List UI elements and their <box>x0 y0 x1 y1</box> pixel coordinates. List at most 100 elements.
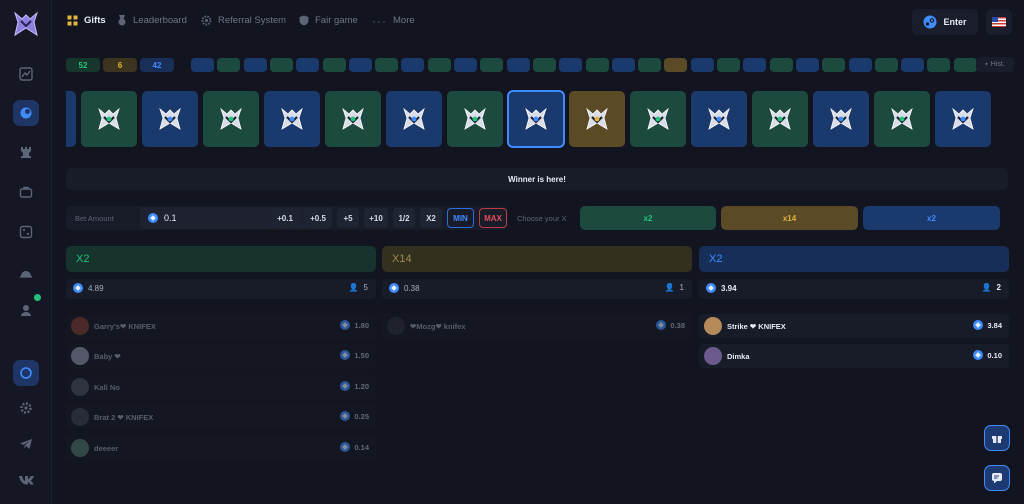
vk-icon[interactable] <box>14 468 38 492</box>
history-square <box>454 58 477 72</box>
choose-x2-blue-button[interactable]: x2 <box>863 206 1000 230</box>
nav-gifts[interactable]: Gifts <box>67 15 106 26</box>
sidebar <box>0 0 52 504</box>
chart-icon[interactable] <box>14 62 38 86</box>
telegram-icon[interactable] <box>14 432 38 456</box>
roulette-tile <box>447 91 503 147</box>
player-row: Strike ❤ KNIFEX 3.84 <box>699 314 1009 338</box>
player-row: Baby ❤ 1.50 <box>66 344 376 368</box>
player-name: deeeer <box>94 444 119 453</box>
history-square <box>795 58 819 72</box>
knight-logo-icon <box>708 107 730 130</box>
roulette-strip <box>66 90 1008 148</box>
choose-x2-green-button[interactable]: x2 <box>580 206 716 230</box>
nav-leaderboard[interactable]: Leaderboard <box>117 15 187 26</box>
more-dots-icon: ··· <box>372 13 387 28</box>
history-count-badge: 6 <box>103 58 137 72</box>
players-icon: 👤 <box>664 283 675 292</box>
avatar <box>387 317 405 335</box>
knight-logo-icon <box>586 107 608 130</box>
bet-double-button[interactable]: X2 <box>420 208 442 228</box>
avatar <box>71 408 89 426</box>
history-square <box>559 58 583 72</box>
nav-more[interactable]: ··· More <box>372 13 415 28</box>
avatar <box>71 439 89 457</box>
column-stats-x2-blue: 3.94 👤 2 <box>699 279 1009 299</box>
gear-icon <box>201 15 212 26</box>
column-header-x14: X14 <box>382 246 692 272</box>
column-player-count: 5 <box>363 283 368 292</box>
bet-min-button[interactable]: MIN <box>447 208 474 228</box>
history-square <box>269 58 293 72</box>
player-row: Kali No 1.20 <box>66 375 376 399</box>
bet-half-button[interactable]: 1/2 <box>393 208 415 228</box>
column-header-x2-green: X2 <box>66 246 376 272</box>
bet-add-0-5-button[interactable]: +0.5 <box>304 208 332 228</box>
players-icon: 👤 <box>348 283 359 292</box>
nav-leaderboard-label: Leaderboard <box>133 15 187 26</box>
history-count-badge: 52 <box>66 58 100 72</box>
history-square <box>322 58 346 72</box>
avatar <box>704 347 722 365</box>
player-row: Dimka 0.10 <box>699 344 1009 368</box>
coin-icon <box>148 213 158 223</box>
bet-add-5-button[interactable]: +5 <box>337 208 359 228</box>
history-count-badge: 42 <box>140 58 174 72</box>
player-name: ❤Mozg❤ knifex <box>410 322 466 331</box>
roulette-tile <box>81 91 137 147</box>
history-square <box>191 58 214 72</box>
player-amount: 1.80 <box>354 320 369 330</box>
knight-logo-icon <box>98 107 120 130</box>
column-total: 0.38 <box>404 283 420 293</box>
avatar <box>704 317 722 335</box>
winner-text: Winner is here! <box>508 174 566 184</box>
knight-logo-icon <box>464 107 486 130</box>
coin-icon <box>340 320 351 330</box>
rook-icon[interactable] <box>14 140 38 164</box>
bet-add-0-1-button[interactable]: +0.1 <box>271 208 299 228</box>
settings-icon[interactable] <box>14 396 38 420</box>
logo-icon[interactable] <box>12 10 40 38</box>
coin-icon <box>340 381 351 391</box>
bet-add-10-button[interactable]: +10 <box>364 208 388 228</box>
chat-icon <box>992 473 1002 484</box>
roulette-tile <box>507 90 565 148</box>
knight-logo-icon <box>220 107 242 130</box>
roulette-tile <box>813 91 869 147</box>
language-selector[interactable] <box>986 9 1012 35</box>
history-square <box>296 58 320 72</box>
nav-referral[interactable]: Referral System <box>201 15 286 26</box>
helmet-icon[interactable] <box>14 260 38 284</box>
history-square <box>638 58 662 72</box>
bet-max-button[interactable]: MAX <box>479 208 507 228</box>
roulette-tile <box>752 91 808 147</box>
chat-float-button[interactable] <box>984 465 1010 491</box>
nav-fair-game[interactable]: Fair game <box>299 15 358 26</box>
knight-logo-icon <box>403 107 425 130</box>
history-square <box>953 58 977 72</box>
player-name: Baby ❤ <box>94 352 121 361</box>
roulette-tile <box>935 91 991 147</box>
us-flag-icon <box>992 17 1006 27</box>
player-row: deeeer 0.14 <box>66 436 376 460</box>
column-total: 4.89 <box>88 283 104 293</box>
column-total: 3.94 <box>721 283 737 293</box>
refresh-icon[interactable] <box>13 360 39 386</box>
coin-icon <box>389 283 399 293</box>
history-square <box>375 58 399 72</box>
nav-gifts-label: Gifts <box>84 15 106 26</box>
dice-icon[interactable] <box>14 220 38 244</box>
history-button[interactable]: ▪ Hist. <box>976 57 1014 72</box>
enter-button[interactable]: Enter <box>912 9 978 35</box>
user-online-icon[interactable] <box>14 294 41 322</box>
coin-icon <box>340 350 351 360</box>
gift-float-button[interactable] <box>984 425 1010 451</box>
briefcase-icon[interactable] <box>14 180 38 204</box>
player-name: Brat 2 ❤ KNIFEX <box>94 413 154 422</box>
history-square <box>243 58 267 72</box>
coin-icon[interactable] <box>13 100 39 126</box>
choose-x14-button[interactable]: x14 <box>721 206 858 230</box>
bet-amount-label: Bet Amount <box>75 214 114 223</box>
player-amount: 1.50 <box>354 350 369 360</box>
player-amount: 3.84 <box>987 320 1002 330</box>
